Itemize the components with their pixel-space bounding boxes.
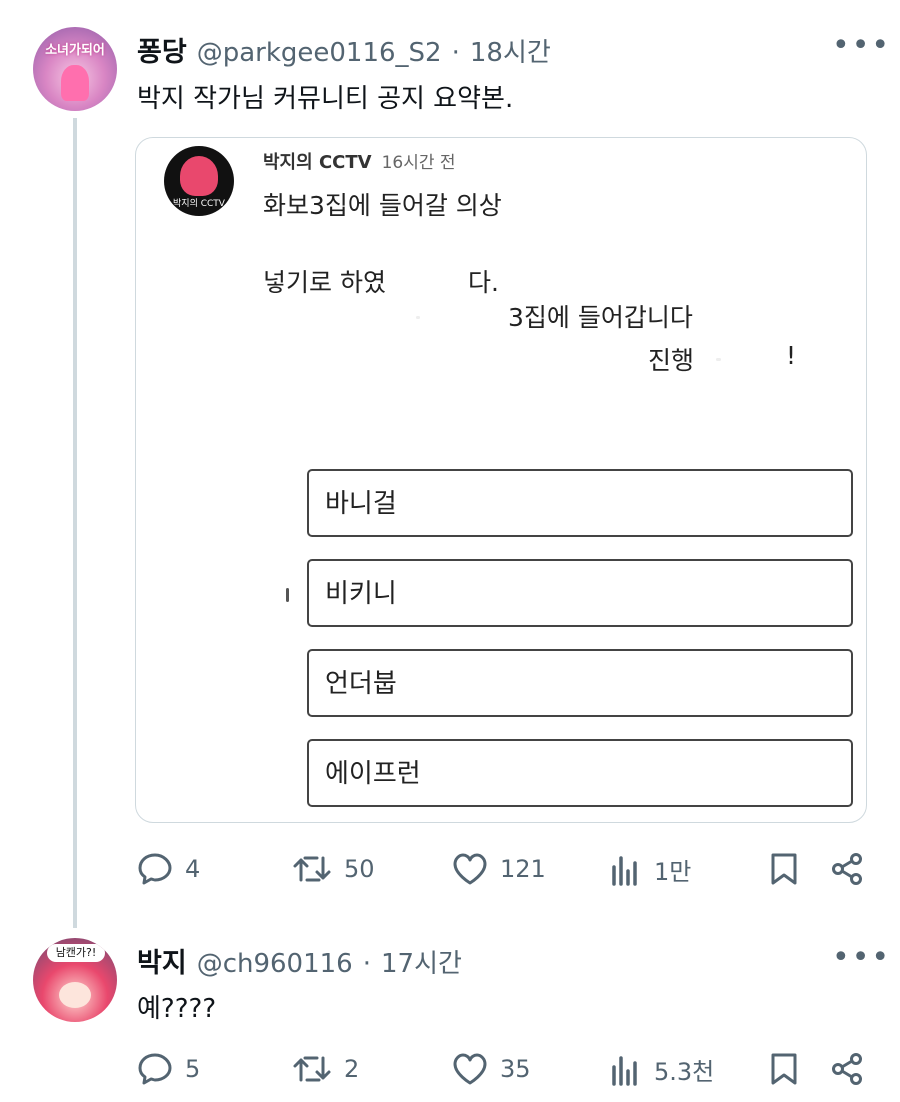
like-button[interactable]: 35: [452, 1052, 531, 1086]
like-icon: [453, 853, 487, 885]
post-line-2-end: 다.: [468, 268, 499, 297]
thread-connector: [73, 118, 77, 928]
more-options-icon[interactable]: •••: [832, 28, 891, 63]
reply-button[interactable]: 4: [137, 852, 200, 886]
bookmark-icon[interactable]: [769, 1052, 799, 1090]
avatar-label: 박지의 CCTV: [173, 199, 225, 209]
post-line-3: 3집에 들어갑니다: [508, 303, 693, 332]
reply-header: 박지 @ch960116 · 17시간: [137, 941, 462, 980]
obscured-text: [416, 316, 420, 319]
avatar-figure: [61, 65, 89, 101]
timestamp[interactable]: 17시간: [381, 943, 462, 980]
poll-option-label: 언더붑: [325, 669, 397, 699]
retweet-icon: [293, 1056, 331, 1082]
views-icon: [612, 855, 637, 886]
poll-option-4[interactable]: 에이프런: [307, 739, 853, 807]
avatar-character: [180, 156, 218, 196]
poll-option-3[interactable]: 언더붑: [307, 649, 853, 717]
more-options-icon[interactable]: •••: [832, 940, 891, 975]
poll-option-label: 바니걸: [325, 489, 397, 519]
view-count: 1만: [654, 858, 692, 886]
retweet-count: 2: [344, 1055, 360, 1083]
share-icon[interactable]: [830, 852, 864, 890]
reply-text: 예????: [137, 994, 217, 1024]
views-button[interactable]: 1만: [610, 852, 691, 887]
retweet-button[interactable]: 2: [292, 1052, 359, 1086]
like-count: 121: [500, 855, 546, 883]
post-line-2: 넣기로 하였: [263, 268, 386, 297]
poll-option-2[interactable]: 비키니: [307, 559, 853, 627]
display-name[interactable]: 박지: [137, 941, 187, 980]
share-icon[interactable]: [830, 1052, 864, 1090]
separator-dot: ·: [362, 949, 371, 979]
post-time: 16시간 전: [381, 153, 456, 173]
separator-dot: ·: [451, 38, 460, 68]
retweet-icon: [293, 856, 331, 882]
obscured-text: [286, 588, 289, 602]
views-button[interactable]: 5.3천: [610, 1052, 714, 1087]
reply-icon: [138, 853, 172, 885]
reply-button[interactable]: 5: [137, 1052, 200, 1086]
bookmark-icon[interactable]: [769, 852, 799, 890]
channel-name: 박지의 CCTV: [263, 152, 372, 173]
user-handle[interactable]: @parkgee0116_S2: [197, 38, 442, 68]
tweet-header: 퐁당 @parkgee0116_S2 · 18시간: [137, 30, 551, 69]
like-icon: [453, 1053, 487, 1085]
like-count: 35: [500, 1055, 531, 1083]
user-handle[interactable]: @ch960116: [197, 949, 353, 979]
obscured-text: [716, 358, 721, 361]
view-count: 5.3천: [654, 1058, 715, 1086]
channel-meta: 박지의 CCTV 16시간 전: [263, 148, 456, 174]
post-line-4: 진행: [648, 346, 695, 375]
reply-count: 5: [185, 1055, 201, 1083]
reply-count: 4: [185, 855, 201, 883]
timestamp[interactable]: 18시간: [470, 32, 551, 69]
author-avatar[interactable]: 소녀가되어: [33, 27, 117, 111]
retweet-count: 50: [344, 855, 375, 883]
avatar-speech-bubble: 남캔가?!: [47, 944, 105, 962]
poll-option-label: 비키니: [325, 579, 397, 609]
avatar-face: [59, 982, 91, 1008]
embedded-image[interactable]: 박지의 CCTV 박지의 CCTV 16시간 전 화보3집에 들어갈 의상 넣기…: [135, 137, 867, 823]
post-line-1: 화보3집에 들어갈 의상: [263, 191, 502, 220]
reply-icon: [138, 1053, 172, 1085]
avatar-caption: 남캔가?!: [55, 946, 97, 959]
display-name[interactable]: 퐁당: [137, 30, 187, 69]
reply-author-avatar[interactable]: 남캔가?!: [33, 938, 117, 1022]
like-button[interactable]: 121: [452, 852, 546, 886]
poll-option-label: 에이프런: [325, 759, 421, 789]
retweet-button[interactable]: 50: [292, 852, 375, 886]
views-icon: [612, 1055, 637, 1086]
tweet-text: 박지 작가님 커뮤니티 공지 요약본.: [137, 84, 514, 114]
poll-option-1[interactable]: 바니걸: [307, 469, 853, 537]
avatar-caption: 소녀가되어: [45, 43, 105, 58]
post-line-4-end: !: [786, 341, 797, 370]
channel-avatar: 박지의 CCTV: [164, 146, 234, 216]
